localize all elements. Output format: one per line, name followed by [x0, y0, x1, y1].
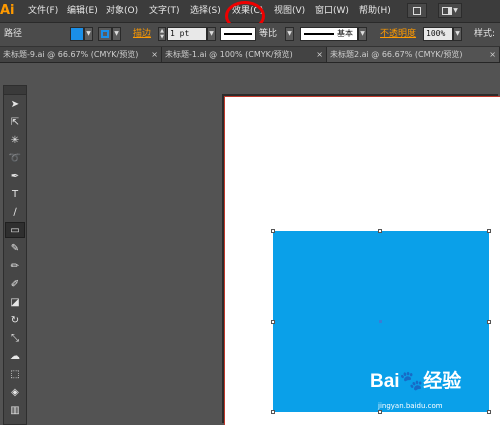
- watermark: Bai🐾经验 jingyan.baidu.com: [360, 366, 500, 425]
- doc-tab-label: 未标题-1.ai @ 100% (CMYK/预览): [165, 50, 293, 59]
- stroke-dropdown-button[interactable]: ▼: [112, 27, 121, 41]
- pen-tool-icon[interactable]: ✒: [5, 168, 25, 184]
- tools-panel: ➤ ⇱ ✳ ➰ ✒ T ∕ ▭ ✎ ✏ ✐ ◪ ↻ ⤡ ☁ ⬚ ◈ ▥: [3, 85, 27, 425]
- selection-handle[interactable]: [487, 320, 491, 324]
- arrange-documents-button[interactable]: ▼: [438, 3, 462, 18]
- doc-tab[interactable]: 未标题-1.ai @ 100% (CMYK/预览) ×: [162, 47, 327, 62]
- pencil-tool-icon[interactable]: ✏: [5, 258, 25, 274]
- bridge-icon: [413, 6, 421, 15]
- free-transform-tool-icon[interactable]: ⬚: [5, 366, 25, 382]
- direct-selection-tool-icon[interactable]: ⇱: [5, 114, 25, 130]
- selection-handle[interactable]: [378, 229, 382, 233]
- lasso-tool-icon[interactable]: ➰: [5, 150, 25, 166]
- object-type-label: 路径: [4, 29, 23, 39]
- selection-handle[interactable]: [487, 229, 491, 233]
- style-label: 样式:: [474, 29, 496, 39]
- panel-grip[interactable]: [4, 86, 26, 95]
- opacity-dropdown[interactable]: ▼: [453, 27, 462, 41]
- type-tool-icon[interactable]: T: [5, 186, 25, 202]
- menu-object[interactable]: 对象(O): [106, 4, 138, 18]
- selection-handle[interactable]: [271, 229, 275, 233]
- stroke-line-icon: [224, 33, 252, 35]
- fill-color-swatch[interactable]: [70, 27, 84, 41]
- opacity-field[interactable]: 100%: [423, 27, 453, 41]
- menu-window[interactable]: 窗口(W): [315, 4, 349, 18]
- watermark-brand: Bai🐾经验: [370, 371, 462, 392]
- warp-tool-icon[interactable]: ☁: [5, 348, 25, 364]
- rotate-tool-icon[interactable]: ↻: [5, 312, 25, 328]
- selection-tool-icon[interactable]: ➤: [5, 96, 25, 112]
- scale-tool-icon[interactable]: ⤡: [5, 330, 25, 346]
- eraser-tool-icon[interactable]: ◪: [5, 294, 25, 310]
- brush-line-icon: [304, 33, 334, 35]
- opacity-label-link[interactable]: 不透明度: [380, 28, 416, 41]
- stroke-weight-field[interactable]: 1 pt: [167, 27, 207, 41]
- bridge-button[interactable]: [407, 3, 427, 18]
- close-icon[interactable]: ×: [316, 47, 323, 62]
- menu-select[interactable]: 选择(S): [190, 4, 221, 18]
- control-bar: 路径 ▼ ▼ 描边 ▲ ▼ 1 pt ▼ 等比 ▼ 基本 ▼ 不透明度 100% …: [0, 23, 500, 47]
- menu-view[interactable]: 视图(V): [274, 4, 305, 18]
- menu-edit[interactable]: 编辑(E): [67, 4, 98, 18]
- paintbrush-tool-icon[interactable]: ✎: [5, 240, 25, 256]
- magic-wand-tool-icon[interactable]: ✳: [5, 132, 25, 148]
- blob-brush-tool-icon[interactable]: ✐: [5, 276, 25, 292]
- selection-handle[interactable]: [271, 410, 275, 414]
- brush-label: 基本: [337, 29, 353, 38]
- close-icon[interactable]: ×: [489, 47, 496, 62]
- fill-dropdown-button[interactable]: ▼: [84, 27, 93, 41]
- variable-width-preview[interactable]: [220, 27, 256, 41]
- doc-tab-label: 未标题-9.ai @ 66.67% (CMYK/预览): [3, 50, 139, 59]
- stroke-weight-stepper[interactable]: ▲ ▼: [158, 27, 166, 41]
- rectangle-tool-icon[interactable]: ▭: [5, 222, 25, 238]
- shape-builder-tool-icon[interactable]: ◈: [5, 384, 25, 400]
- graph-tool-icon[interactable]: ▥: [5, 402, 25, 418]
- chevron-down-icon: ▼: [453, 7, 458, 14]
- arrange-documents-icon: [442, 6, 453, 15]
- menu-type[interactable]: 文字(T): [149, 4, 180, 18]
- profile-dropdown[interactable]: ▼: [285, 27, 294, 41]
- document-tab-bar: 未标题-9.ai @ 66.67% (CMYK/预览) × 未标题-1.ai @…: [0, 47, 500, 63]
- brush-dropdown[interactable]: ▼: [358, 27, 367, 41]
- app-logo: Ai: [0, 3, 15, 18]
- line-tool-icon[interactable]: ∕: [5, 204, 25, 220]
- close-icon[interactable]: ×: [151, 47, 158, 62]
- doc-tab[interactable]: 未标题-9.ai @ 66.67% (CMYK/预览) ×: [0, 47, 162, 62]
- doc-tab-label: 未标题2.ai @ 66.67% (CMYK/预览): [330, 50, 463, 59]
- selection-handle[interactable]: [271, 320, 275, 324]
- menu-file[interactable]: 文件(F): [28, 4, 58, 18]
- center-point: [379, 320, 382, 323]
- stroke-color-swatch[interactable]: [98, 27, 112, 41]
- doc-tab-active[interactable]: 未标题2.ai @ 66.67% (CMYK/预览) ×: [327, 47, 500, 62]
- stroke-weight-dropdown[interactable]: ▼: [207, 27, 216, 41]
- brush-definition-preview[interactable]: 基本: [300, 27, 358, 41]
- stroke-label-link[interactable]: 描边: [133, 28, 151, 41]
- style-label-text: 样式: [474, 29, 493, 39]
- stroke-icon: [101, 30, 109, 38]
- watermark-url: jingyan.baidu.com: [378, 402, 443, 410]
- menu-help[interactable]: 帮助(H): [359, 4, 391, 18]
- profile-label: 等比: [259, 29, 278, 39]
- menu-bar: Ai 文件(F) 编辑(E) 对象(O) 文字(T) 选择(S) 效果(C) 视…: [0, 0, 500, 31]
